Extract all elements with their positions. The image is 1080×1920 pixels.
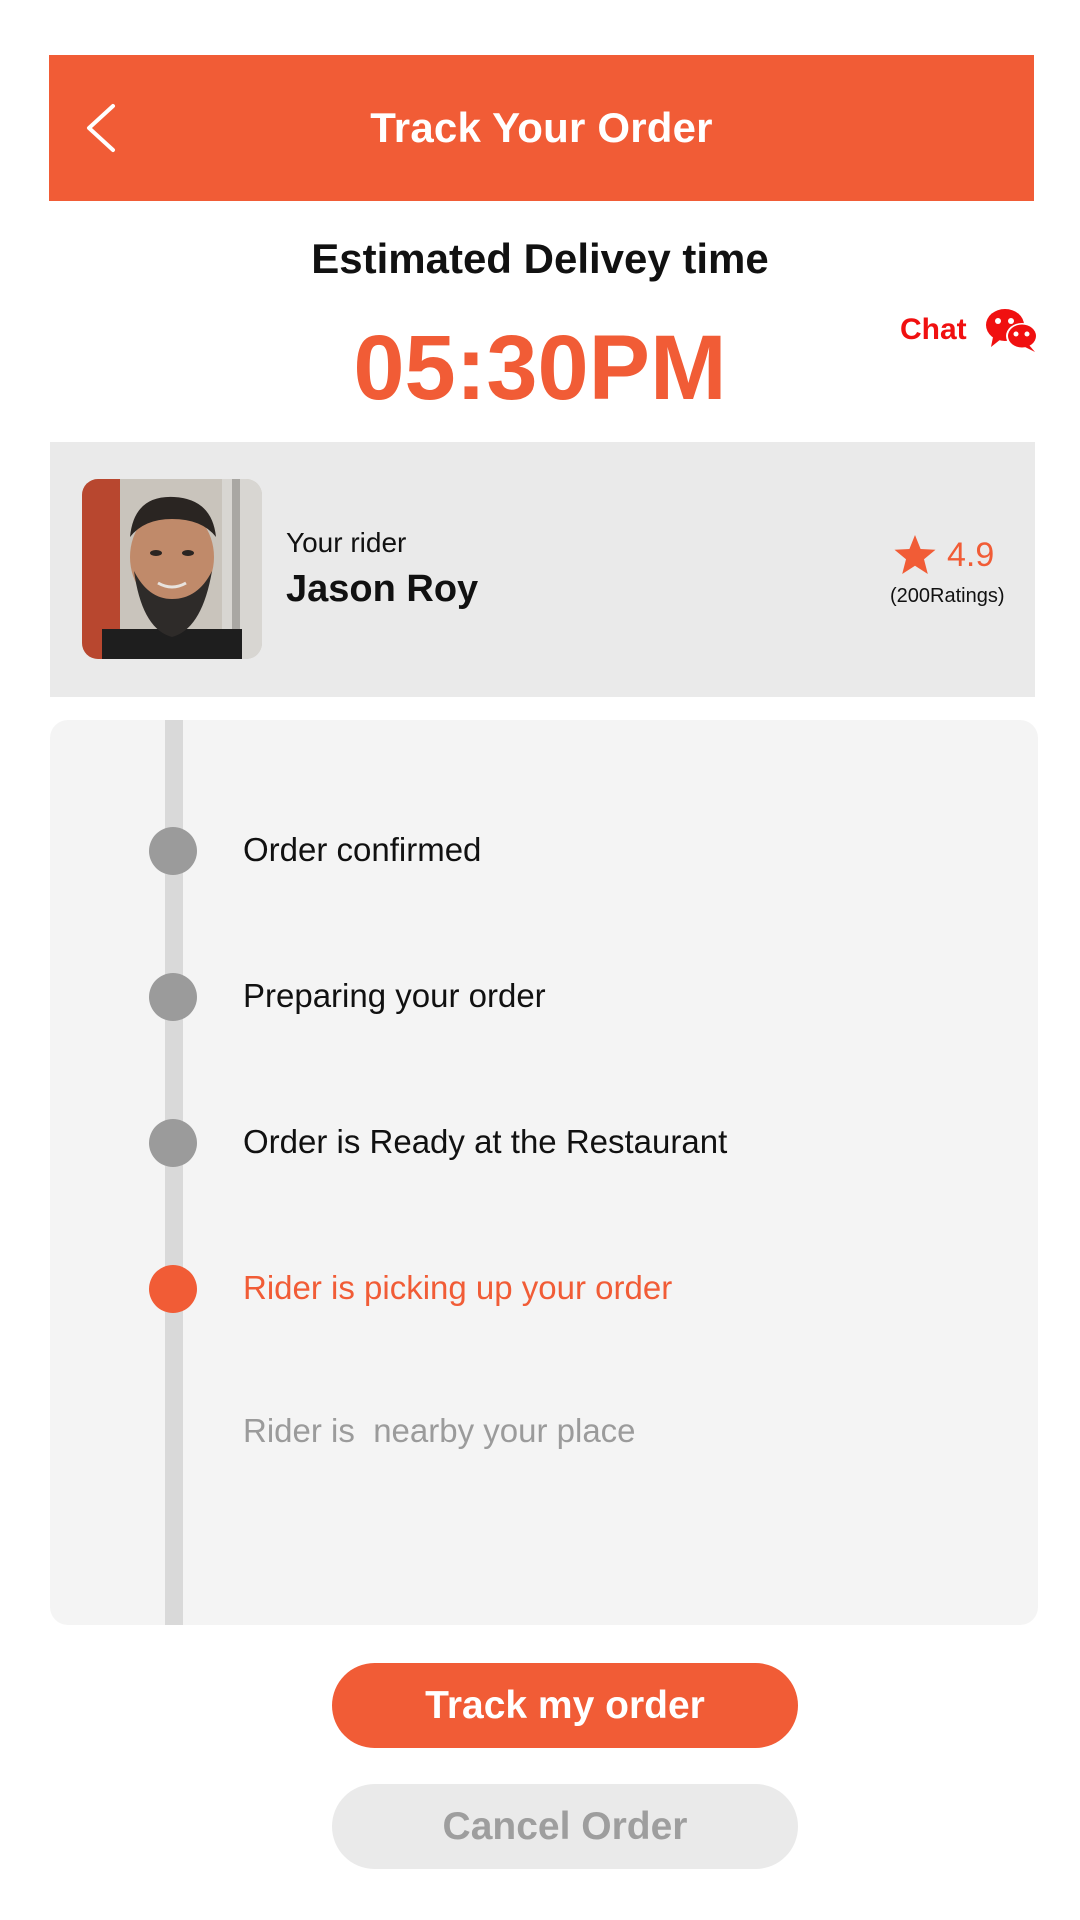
step-label: Rider is nearby your place [243, 1412, 636, 1449]
chat-button[interactable]: Chat [900, 302, 1039, 358]
ratings-count: (200Ratings) [890, 585, 1005, 607]
timeline-step-picking-up: Rider is picking up your order [50, 1259, 1038, 1319]
star-icon [894, 535, 936, 574]
rider-avatar [82, 479, 262, 659]
timeline-step-preparing: Preparing your order [50, 967, 1038, 1027]
order-timeline: Order confirmed Preparing your order Ord… [50, 720, 1038, 1625]
step-dot-active [149, 1265, 197, 1313]
cancel-order-button[interactable]: Cancel Order [332, 1784, 798, 1869]
page-title: Track Your Order [370, 104, 713, 151]
step-label: Order is Ready at the Restaurant [243, 1123, 728, 1160]
timeline-step-ready: Order is Ready at the Restaurant [50, 1113, 1038, 1173]
rider-card: Your rider Jason Roy 4.9 (200Ratings) [50, 442, 1035, 697]
step-dot [149, 973, 197, 1021]
back-button[interactable] [73, 100, 129, 156]
step-label: Preparing your order [243, 977, 546, 1014]
track-order-screen: Track Your Order Estimated Delivey time … [0, 0, 1080, 1920]
eta-label: Estimated Delivey time [311, 235, 769, 282]
rating-value: 4.9 [947, 535, 995, 574]
chat-bubbles-icon [985, 309, 1038, 352]
rider-subtitle: Your rider [286, 527, 407, 558]
app-header: Track Your Order [49, 55, 1034, 201]
timeline-step-order-confirmed: Order confirmed [50, 821, 1038, 881]
rider-rating: 4.9 [893, 534, 994, 576]
step-dot [149, 1119, 197, 1167]
chat-label: Chat [900, 313, 967, 346]
rider-name: Jason Roy [286, 568, 479, 610]
step-label: Rider is picking up your order [243, 1269, 673, 1306]
track-order-button[interactable]: Track my order [332, 1663, 798, 1748]
timeline-step-nearby: Rider is nearby your place [50, 1402, 1038, 1462]
step-label: Order confirmed [243, 831, 482, 868]
chevron-left-icon [87, 104, 115, 152]
step-dot [149, 827, 197, 875]
